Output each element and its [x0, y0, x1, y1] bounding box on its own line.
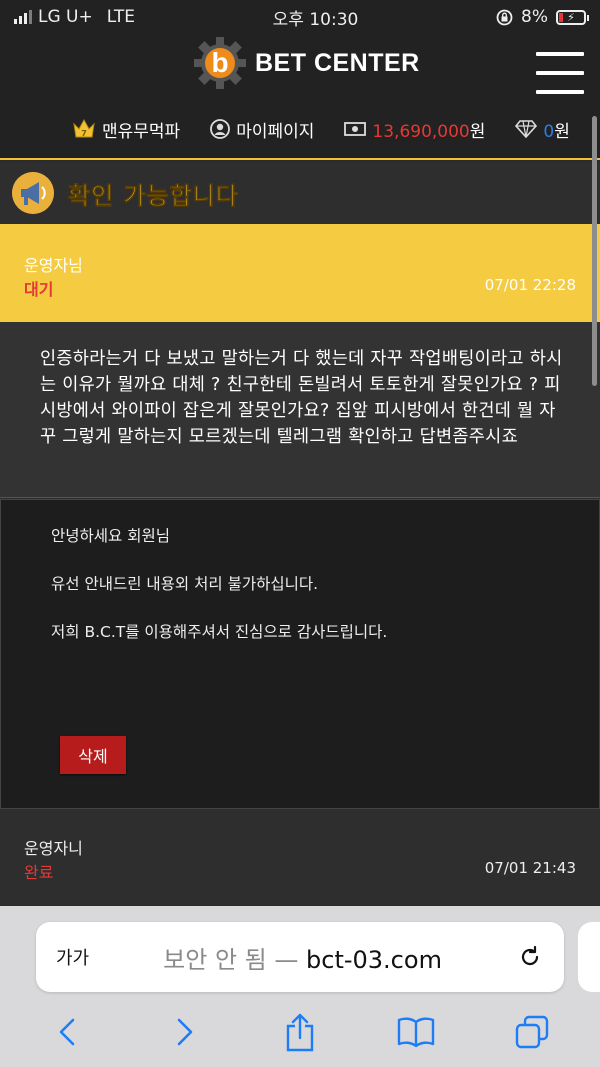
- menu-button[interactable]: [536, 52, 584, 94]
- inquiry-body: 인증하라는거 다 보냈고 말하는거 다 했는데 자꾸 작업배팅이라고 하시는 이…: [0, 322, 600, 498]
- svg-text:7: 7: [81, 129, 87, 138]
- url-domain: bct-03.com: [306, 945, 442, 974]
- money-icon: [344, 122, 367, 136]
- user-navbar: 7 맨유무먹파 마이페이지 13,690,000원 0원: [0, 100, 600, 160]
- text-size-button[interactable]: 가가: [56, 944, 89, 970]
- share-icon: [286, 1013, 314, 1052]
- status-badge: 완료: [24, 863, 54, 882]
- user-profile[interactable]: 7 맨유무먹파: [72, 117, 180, 142]
- answer-line: 저희 B.C.T를 이용해주셔서 진심으로 감사드립니다.: [51, 623, 388, 641]
- megaphone-icon: [12, 172, 54, 214]
- answer-line: 유선 안내드린 내용외 처리 불가하십니다.: [51, 575, 319, 593]
- browser-chrome: 가가 보안 안 됨 — bct-03.com: [0, 906, 600, 1067]
- carrier-info: LG U+ LTE: [14, 7, 135, 27]
- notice-ticker: 확인 가능합니다: [0, 162, 600, 224]
- logo-text: BET CENTER: [255, 48, 420, 77]
- user-icon: [210, 119, 231, 139]
- diamond-icon: [515, 120, 538, 138]
- battery-icon: ⚡: [556, 9, 589, 25]
- back-button[interactable]: [45, 1009, 91, 1055]
- forward-button[interactable]: [161, 1009, 207, 1055]
- tabs-icon: [515, 1015, 549, 1049]
- crown-icon: 7: [73, 118, 95, 138]
- battery-percent: 8%: [521, 7, 548, 27]
- inquiry-author: 운영자니: [24, 839, 83, 858]
- balance-amount: 13,690,000: [372, 121, 470, 142]
- hamburger-icon: [536, 52, 584, 56]
- answer-greeting: 안녕하세요 회원님: [51, 527, 171, 545]
- chevron-left-icon: [59, 1018, 75, 1046]
- points-amount: 0: [543, 121, 555, 142]
- book-icon: [397, 1017, 435, 1048]
- page-scrollbar[interactable]: [592, 116, 597, 386]
- inquiry-header[interactable]: 운영자님 대기 07/01 22:28: [0, 224, 600, 322]
- balance-display[interactable]: 13,690,000원: [344, 117, 485, 142]
- mypage-link[interactable]: 마이페이지: [210, 117, 314, 142]
- points-unit: 원: [554, 121, 570, 142]
- gear-logo-icon: b: [194, 37, 246, 89]
- address-bar[interactable]: 가가 보안 안 됨 — bct-03.com: [36, 922, 564, 992]
- inquiry-date: 07/01 21:43: [484, 859, 576, 877]
- answer-panel: 안녕하세요 회원님 유선 안내드린 내용외 처리 불가하십니다. 저희 B.C.…: [0, 499, 600, 809]
- chevron-right-icon: [177, 1018, 193, 1046]
- reload-icon[interactable]: [516, 943, 544, 971]
- share-button[interactable]: [277, 1009, 323, 1055]
- clock: 오후 10:30: [272, 9, 359, 30]
- delete-button[interactable]: 삭제: [60, 736, 126, 774]
- insecure-label: 보안 안 됨 —: [163, 945, 299, 974]
- inquiry-header[interactable]: 운영자니 완료 07/01 21:43: [0, 809, 600, 905]
- signal-icon: [14, 10, 32, 24]
- browser-toolbar: [0, 1002, 600, 1062]
- inquiry-author: 운영자님: [24, 256, 83, 275]
- user-name: 맨유무먹파: [102, 121, 181, 142]
- notice-text: 확인 가능합니다: [68, 181, 239, 210]
- mypage-label: 마이페이지: [236, 121, 315, 142]
- logo-letter: b: [211, 47, 228, 78]
- status-bar: LG U+ LTE 오후 10:30 8% ⚡: [0, 0, 600, 34]
- next-tab-preview[interactable]: [578, 922, 600, 992]
- points-display[interactable]: 0원: [515, 117, 570, 142]
- status-badge: 대기: [24, 280, 54, 299]
- tabs-button[interactable]: [509, 1009, 555, 1055]
- inquiry-date: 07/01 22:28: [484, 276, 576, 294]
- rotation-lock-icon: [496, 9, 513, 25]
- balance-unit: 원: [469, 121, 486, 142]
- bookmarks-button[interactable]: [393, 1009, 439, 1055]
- network-type: LTE: [106, 7, 136, 27]
- carrier-name: LG U+: [38, 7, 93, 27]
- site-logo[interactable]: b BET CENTER: [193, 36, 420, 90]
- site-header: b BET CENTER: [0, 34, 600, 100]
- url-display[interactable]: 보안 안 됨 — bct-03.com: [89, 940, 516, 975]
